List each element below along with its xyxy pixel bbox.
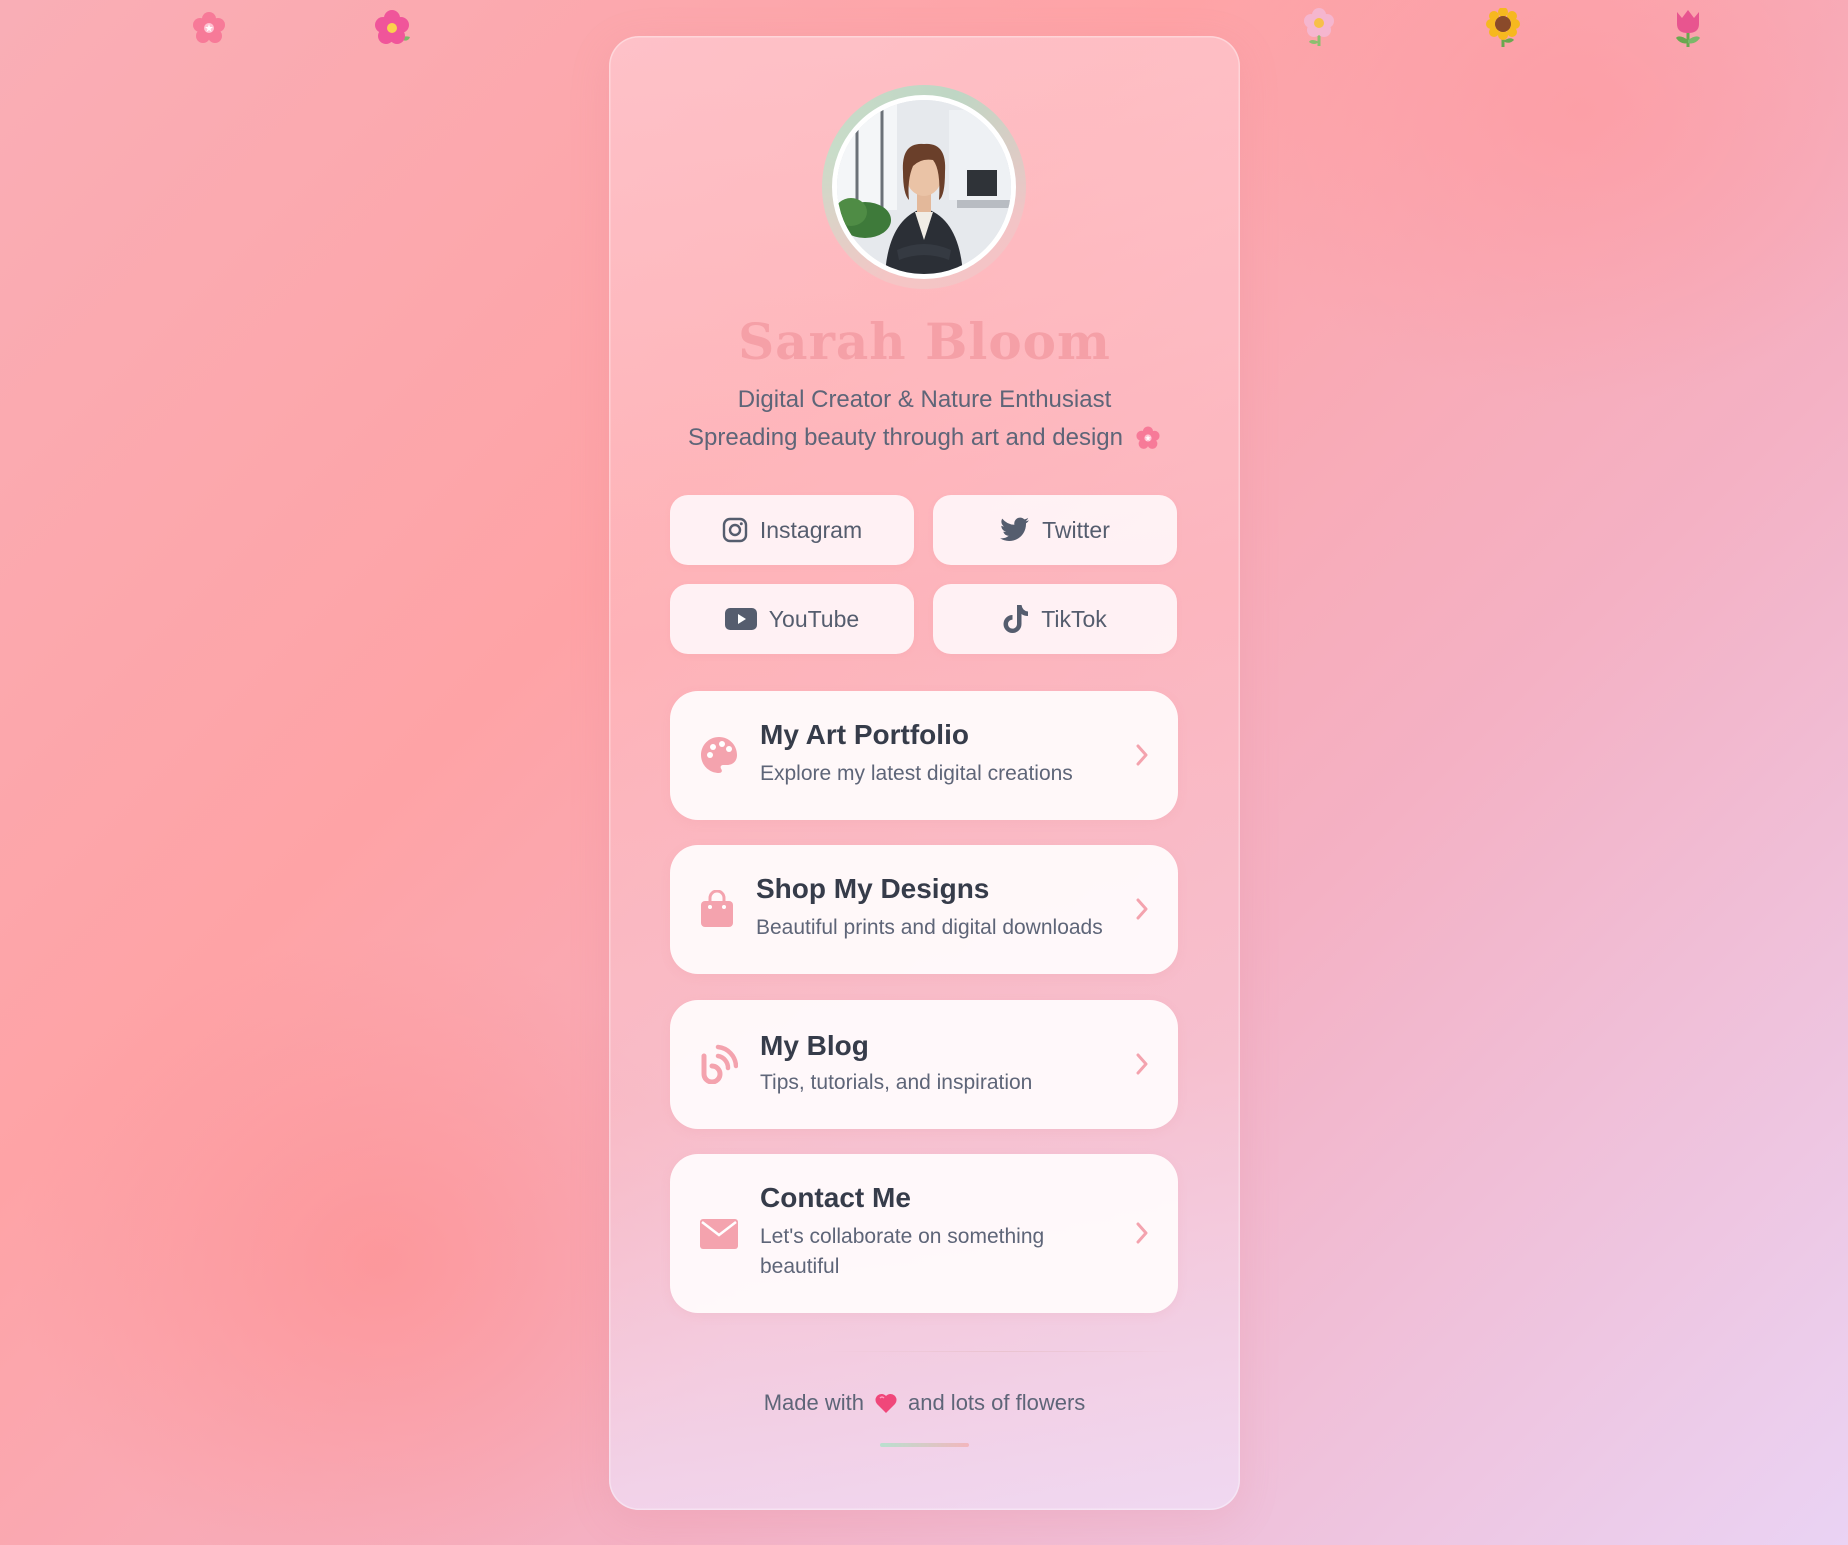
link-title: My Blog [760, 1030, 869, 1061]
chevron-right-icon [1134, 1052, 1150, 1081]
blog-link[interactable]: My Blog Tips, tutorials, and inspiration [670, 1000, 1178, 1129]
instagram-icon [722, 517, 748, 543]
blog-feed-icon [700, 1044, 739, 1089]
twitter-button[interactable]: Twitter [933, 495, 1177, 565]
tagline-line2: Spreading beauty through art and design [688, 424, 1123, 451]
chevron-right-icon [1134, 1221, 1150, 1250]
link-title: Shop My Designs [756, 873, 990, 904]
contact-link[interactable]: Contact Me Let's collaborate on somethin… [670, 1154, 1178, 1313]
envelope-icon [700, 1219, 738, 1254]
art-portfolio-link[interactable]: My Art Portfolio Explore my latest digit… [670, 691, 1178, 820]
link-description: Beautiful prints and digital downloads [756, 916, 1103, 939]
twitter-icon [1000, 517, 1030, 543]
youtube-label: YouTube [768, 605, 860, 632]
footer-divider [825, 1351, 1180, 1352]
blossom-icon [1299, 8, 1339, 48]
tiktok-button[interactable]: TikTok [933, 584, 1177, 654]
footer-text-before: Made with [763, 1390, 864, 1415]
footer-text: Made with and lots of flowers [609, 1390, 1240, 1416]
profile-name: Sarah Bloom [738, 312, 1111, 371]
link-description-line1: Let's collaborate on something [760, 1225, 1045, 1248]
shop-designs-link[interactable]: Shop My Designs Beautiful prints and dig… [670, 845, 1178, 974]
chevron-right-icon [1134, 743, 1150, 772]
chevron-right-icon [1134, 897, 1150, 926]
link-title: My Art Portfolio [760, 719, 969, 750]
tagline-line1: Digital Creator & Nature Enthusiast [737, 386, 1112, 413]
heart-icon [874, 1392, 898, 1414]
instagram-label: Instagram [759, 516, 863, 543]
link-title: Contact Me [760, 1182, 911, 1213]
sunflower-icon [1483, 8, 1523, 48]
tagline-line2-row: Spreading beauty through art and design [609, 424, 1240, 452]
tiktok-label: TikTok [1041, 605, 1107, 632]
tiktok-icon [1003, 604, 1029, 634]
avatar-ring [822, 85, 1026, 289]
footer-text-after: and lots of flowers [907, 1390, 1086, 1415]
hibiscus-icon [373, 8, 413, 48]
avatar [832, 95, 1016, 279]
link-description-line2: beautiful [760, 1255, 840, 1278]
instagram-button[interactable]: Instagram [670, 495, 914, 565]
shopping-bag-icon [700, 889, 734, 933]
tulip-icon [1668, 8, 1708, 48]
link-description: Explore my latest digital creations [760, 762, 1073, 785]
youtube-icon [724, 607, 757, 631]
palette-icon [700, 736, 738, 779]
footer-accent-bar [880, 1443, 969, 1447]
link-description: Tips, tutorials, and inspiration [760, 1071, 1033, 1094]
cherry-blossom-icon [189, 8, 229, 48]
twitter-label: Twitter [1042, 516, 1110, 543]
youtube-button[interactable]: YouTube [670, 584, 914, 654]
cherry-blossom-icon [1135, 425, 1161, 451]
